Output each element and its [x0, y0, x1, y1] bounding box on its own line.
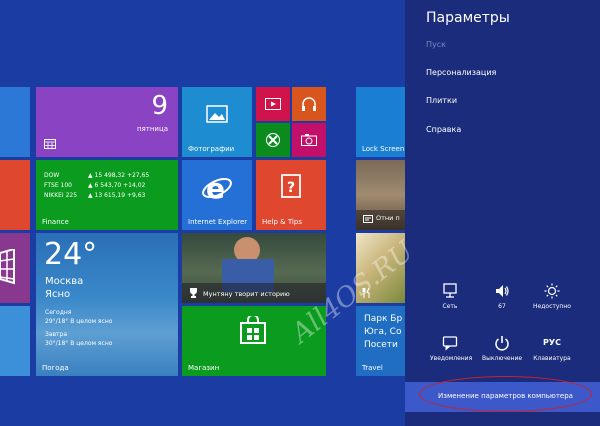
charm-item-tiles[interactable]: Плитки	[426, 96, 457, 105]
quick-notifications-label: Уведомления	[430, 355, 473, 362]
charm-item-start: Пуск	[426, 40, 446, 49]
headphones-icon	[302, 97, 316, 111]
weather-tomorrow-forecast: 30°/18° В целом ясно	[45, 340, 113, 347]
tile-partial-red-left[interactable]	[0, 160, 30, 230]
news-icon	[363, 215, 373, 223]
tile-finance-label: Finance	[42, 218, 69, 226]
tile-partial-lightblue-left[interactable]	[0, 306, 30, 376]
tile-help-tips-label: Help & Tips	[262, 218, 302, 226]
quick-power[interactable]: Выключение	[482, 335, 522, 362]
internet-explorer-icon: e	[202, 172, 232, 204]
tile-finance[interactable]: DOW ▲ 15 498,32 +27,65 FTSE 100 ▲ 6 543,70…	[36, 160, 178, 230]
help-icon: ?	[281, 174, 301, 198]
start-screen: 9 пятница Фотографии DOW ▲ 15 498,32 +27…	[0, 0, 405, 426]
calendar-weekday: пятница	[136, 125, 168, 133]
tile-internet-explorer[interactable]: e Internet Explorer	[182, 160, 252, 230]
news-caption: Мунтяну творит историю	[203, 290, 290, 298]
calendar-icon	[44, 139, 56, 149]
travel-photo-caption: Отни п	[376, 214, 400, 222]
store-icon	[240, 316, 266, 344]
weather-condition: Ясно	[45, 289, 71, 300]
tile-photos-label: Фотографии	[188, 145, 235, 153]
tile-games[interactable]	[256, 123, 290, 157]
camera-icon	[301, 134, 317, 146]
quick-brightness[interactable]: Недоступно	[532, 283, 572, 310]
notifications-icon	[442, 336, 458, 351]
travel-line-3: Посети	[364, 340, 398, 350]
power-icon	[495, 336, 509, 351]
tile-lock-screen[interactable]: Lock Screen I	[356, 87, 405, 157]
charm-item-help[interactable]: Справка	[426, 125, 461, 134]
weather-today-forecast: 29°/18° В целом ясно	[45, 318, 113, 325]
tile-weather[interactable]: 24° Москва Ясно Сегодня 29°/18° В целом …	[36, 233, 178, 376]
tile-travel[interactable]: Парк Бр Юга, Со Посети Travel	[356, 306, 405, 376]
stock-row: DOW ▲ 15 498,32 +27,65	[44, 172, 150, 179]
xbox-icon	[266, 133, 280, 147]
quick-brightness-label: Недоступно	[533, 303, 571, 310]
weather-temperature: 24°	[44, 237, 98, 272]
stock-row: FTSE 100 ▲ 6 543,70 +14,02	[44, 182, 146, 189]
volume-icon	[496, 285, 509, 297]
tile-music[interactable]	[292, 87, 326, 121]
tile-news[interactable]: Мунтяну творит историю	[182, 233, 326, 303]
video-icon	[265, 98, 281, 110]
trophy-icon	[190, 288, 197, 298]
travel-line-1: Парк Бр	[364, 314, 403, 324]
quick-volume-label: 67	[498, 303, 506, 310]
quick-keyboard[interactable]: РУС Клавиатура	[532, 335, 572, 362]
svg-text:e: e	[206, 172, 225, 204]
tile-internet-explorer-label: Internet Explorer	[188, 218, 248, 226]
tile-store-label: Магазин	[188, 364, 220, 372]
network-icon	[443, 283, 457, 298]
stock-row: NIKKEI 225 ▲ 13 615,19 +9,63	[44, 192, 146, 199]
highlight-ellipse	[419, 376, 592, 412]
charm-item-personalization[interactable]: Персонализация	[426, 68, 496, 77]
calendar-day-number: 9	[151, 91, 168, 121]
tile-help-tips[interactable]: ? Help & Tips	[256, 160, 326, 230]
app-icon	[0, 249, 15, 285]
tile-lock-screen-label: Lock Screen I	[362, 145, 405, 153]
charm-title: Параметры	[426, 10, 510, 26]
tile-video[interactable]	[256, 87, 290, 121]
tile-weather-label: Погода	[42, 364, 69, 372]
settings-charm-panel: Параметры Пуск Персонализация Плитки Спр…	[405, 0, 600, 426]
tile-partial-purple-left[interactable]	[0, 233, 30, 303]
svg-text:?: ?	[287, 180, 295, 196]
brightness-icon	[544, 283, 560, 299]
quick-notifications[interactable]: Уведомления	[430, 335, 473, 362]
weather-city: Москва	[45, 276, 84, 287]
quick-network-label: Сеть	[442, 303, 458, 310]
tile-camera[interactable]	[292, 123, 326, 157]
tile-travel-photo[interactable]: Отни п	[356, 160, 405, 230]
tile-partial-top-left[interactable]	[0, 87, 30, 157]
quick-volume[interactable]: 67	[482, 283, 522, 310]
quick-power-label: Выключение	[482, 355, 523, 362]
keyboard-icon: РУС	[543, 338, 561, 347]
photos-icon	[206, 105, 228, 123]
tile-photos[interactable]: Фотографии	[182, 87, 252, 157]
weather-tomorrow-label: Завтра	[45, 331, 68, 338]
tile-travel-label: Travel	[362, 364, 383, 372]
tile-calendar[interactable]: 9 пятница	[36, 87, 178, 157]
quick-network[interactable]: Сеть	[430, 283, 470, 310]
quick-keyboard-label: Клавиатура	[533, 355, 571, 362]
travel-line-2: Юга, Со	[364, 327, 402, 337]
weather-today-label: Сегодня	[45, 309, 72, 316]
